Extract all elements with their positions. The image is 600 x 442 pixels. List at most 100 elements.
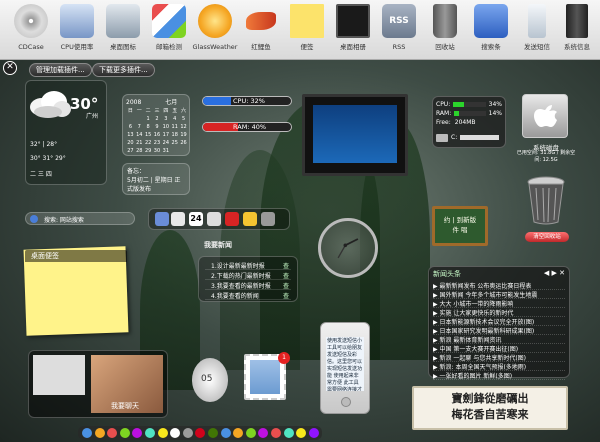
calendar-day[interactable]: 27 xyxy=(126,148,135,154)
empty-recycle-bin-button[interactable]: 清空回收站 xyxy=(525,232,569,242)
dock-app-icon[interactable] xyxy=(308,428,319,438)
calendar-day[interactable]: 24 xyxy=(161,140,170,146)
people-icon[interactable] xyxy=(171,212,185,226)
calendar-day[interactable]: 8 xyxy=(144,124,153,130)
calendar-day[interactable]: 四 xyxy=(161,107,170,114)
calendar-day[interactable]: 21 xyxy=(135,140,144,146)
egg-timer-widget[interactable]: 05 xyxy=(192,358,228,402)
calendar-day[interactable] xyxy=(126,116,135,122)
dock-app-icon[interactable] xyxy=(220,428,231,438)
search-bar-widget[interactable]: 搜索: 网站搜索 xyxy=(25,212,135,225)
calendar-day[interactable]: 30 xyxy=(153,148,162,154)
dock-app-icon[interactable] xyxy=(283,428,294,438)
dock-app-icon[interactable] xyxy=(119,428,130,438)
calendar-day[interactable]: 15 xyxy=(144,132,153,138)
calendar-day[interactable]: 16 xyxy=(153,132,162,138)
search-input[interactable]: 搜索: 网站搜索 xyxy=(44,215,84,224)
gadget-recycle-bin[interactable]: 回收站 xyxy=(422,4,468,51)
calendar-day[interactable] xyxy=(135,116,144,122)
recent-item[interactable]: 1.设计最新最新时报 查 xyxy=(205,261,291,270)
gadget-rss[interactable]: RSS RSS xyxy=(376,4,422,51)
calendar-day[interactable]: 18 xyxy=(170,132,179,138)
folder-icon[interactable] xyxy=(243,212,257,226)
calendar-day[interactable]: 二 xyxy=(144,107,153,114)
calendar-day[interactable]: 1 xyxy=(144,116,153,122)
calendar-day[interactable]: 9 xyxy=(153,124,162,130)
dock-app-icon[interactable] xyxy=(182,428,193,438)
news-item[interactable]: ▶ 实施 让大家更快乐的新时代 xyxy=(433,308,565,317)
calendar-day[interactable]: 3 xyxy=(161,116,170,122)
news-item[interactable]: ▶ 日本新能源新技术会议完全开放(图) xyxy=(433,317,565,326)
news-item[interactable]: ▶ 新浪 一起聊 与您共享新时代(图) xyxy=(433,353,565,362)
calendar-day[interactable]: 31 xyxy=(161,148,170,154)
gadget-photo-album[interactable]: 桌面相册 xyxy=(330,4,376,51)
aquarium-tv-widget[interactable] xyxy=(302,94,408,176)
news-item[interactable]: ▶ 新浪: 本周全国天气预报(多地雨) xyxy=(433,362,565,371)
twenty-four-icon[interactable]: 24 xyxy=(189,212,203,226)
memo-widget[interactable]: 备忘： 5月初二 | 星期日 正式版发布 xyxy=(122,163,190,195)
dock-app-icon[interactable] xyxy=(145,428,155,438)
download-gadgets-button[interactable]: 下载更多插件... xyxy=(92,63,155,77)
calendar-day[interactable]: 25 xyxy=(170,140,179,146)
manage-gadgets-button[interactable]: 管理加载插件... xyxy=(29,63,92,77)
dock-app-icon[interactable] xyxy=(170,428,181,438)
calendar-widget[interactable]: 2008 七月 日一二三四五六 1 2 3 4 5 6 7 8 9 10 11 12 13 14 15 16 17… xyxy=(122,94,190,156)
recent-item[interactable]: 4.我要查看的新闻 查 xyxy=(205,291,291,300)
news-item[interactable]: ▶ 大大 小城市一带的降雨影响 xyxy=(433,299,565,308)
calendar-day[interactable]: 11 xyxy=(170,124,179,130)
gadget-search-bar[interactable]: 搜索条 xyxy=(468,4,514,51)
sms-phone-widget[interactable]: 使用发送短信小工具可以给朋友发送短信及彩信。这里您可以实现短信发送功能 使用起来… xyxy=(320,322,370,414)
photo-chat-widget[interactable]: 我要聊天 xyxy=(28,350,168,418)
gadget-glass-weather[interactable]: GlassWeather xyxy=(192,4,238,51)
calendar-day[interactable]: 29 xyxy=(144,148,153,154)
calendar-day[interactable]: 12 xyxy=(179,124,188,130)
calendar-day[interactable]: 5 xyxy=(179,116,188,122)
recent-item[interactable]: 3.我要查看的最新时报 查 xyxy=(205,281,291,290)
calendar-day[interactable]: 23 xyxy=(153,140,162,146)
calendar-day[interactable]: 2 xyxy=(153,116,162,122)
settings-icon[interactable] xyxy=(261,212,275,226)
news-controls[interactable]: ◀ ▶ ✕ xyxy=(544,269,565,277)
calendar-day[interactable]: 7 xyxy=(135,124,144,130)
calendar-day[interactable]: 26 xyxy=(179,140,188,146)
news-item[interactable]: ▶ 中国 第一支大赛开赛出征(图) xyxy=(433,344,565,353)
calendar-day[interactable]: 6 xyxy=(126,124,135,130)
dock-app-icon[interactable] xyxy=(82,428,92,438)
close-button[interactable]: ✕ xyxy=(3,61,17,75)
gadget-red-carp[interactable]: 红鲤鱼 xyxy=(238,4,284,51)
gadget-cpu[interactable]: CPU使用率 xyxy=(54,4,100,51)
gadget-cdcase[interactable]: CDCase xyxy=(8,4,54,51)
gadget-desktop-icons[interactable]: 桌面图标 xyxy=(100,4,146,51)
gadget-system-info[interactable]: 系统信息 xyxy=(554,4,600,51)
news-item[interactable]: ▶ 最新新闻发布 公布奥运比赛日程表 xyxy=(433,281,565,290)
dock-app-icon[interactable] xyxy=(94,428,105,438)
calendar-day[interactable]: 28 xyxy=(135,148,144,154)
calendar-day[interactable]: 六 xyxy=(179,107,188,114)
calendar-day[interactable]: 三 xyxy=(153,107,162,114)
dock-app-icon[interactable] xyxy=(132,428,143,438)
analog-clock-widget[interactable] xyxy=(318,218,378,278)
dock-app-icon[interactable] xyxy=(233,428,244,438)
recent-files-widget[interactable]: 1.设计最新最新时报 查 2.下载的热门最新时报 查 3.我要查看的最新时报 查… xyxy=(198,256,298,302)
calendar-day[interactable]: 一 xyxy=(135,107,144,114)
dock-app-icon[interactable] xyxy=(195,428,206,438)
dock-app-icon[interactable] xyxy=(107,428,118,438)
news-item[interactable]: ▶ 国外新闻 今年多个城市可能发生地震 xyxy=(433,290,565,299)
calendar-day[interactable]: 22 xyxy=(144,140,153,146)
news-item[interactable]: ▶ 一张好看的图片 新鲜(多图) xyxy=(433,371,565,380)
system-monitor-widget[interactable]: CPU: 34% RAM: 14% Free: 204MB C: xyxy=(432,96,506,148)
dock-app-icon[interactable] xyxy=(208,428,218,438)
weather-widget[interactable]: 30° 广州 32° | 28° 30° 31° 29° 二 三 四 xyxy=(25,80,107,185)
news-item[interactable]: ▶ 新浪 最新体育新闻资讯 xyxy=(433,335,565,344)
calendar-day[interactable]: 日 xyxy=(126,107,135,114)
calendar-day[interactable] xyxy=(179,148,188,154)
dock-app-icon[interactable] xyxy=(245,428,256,438)
dock-app-icon[interactable] xyxy=(296,428,307,438)
gadget-sticky-note[interactable]: 便签 xyxy=(284,4,330,51)
calendar-day[interactable]: 13 xyxy=(126,132,135,138)
key-icon[interactable] xyxy=(207,212,221,226)
calendar-day[interactable]: 14 xyxy=(135,132,144,138)
news-widget[interactable]: 新闻头条 ◀ ▶ ✕ ▶ 最新新闻发布 公布奥运比赛日程表 ▶ 国外新闻 今年多个… xyxy=(428,266,570,380)
calligraphy-widget[interactable]: 寶劍鋒從磨礪出 梅花香自苦寒来 xyxy=(412,386,568,430)
news-item[interactable]: ▶ 日本国家研究发明最新科研成果(图) xyxy=(433,326,565,335)
